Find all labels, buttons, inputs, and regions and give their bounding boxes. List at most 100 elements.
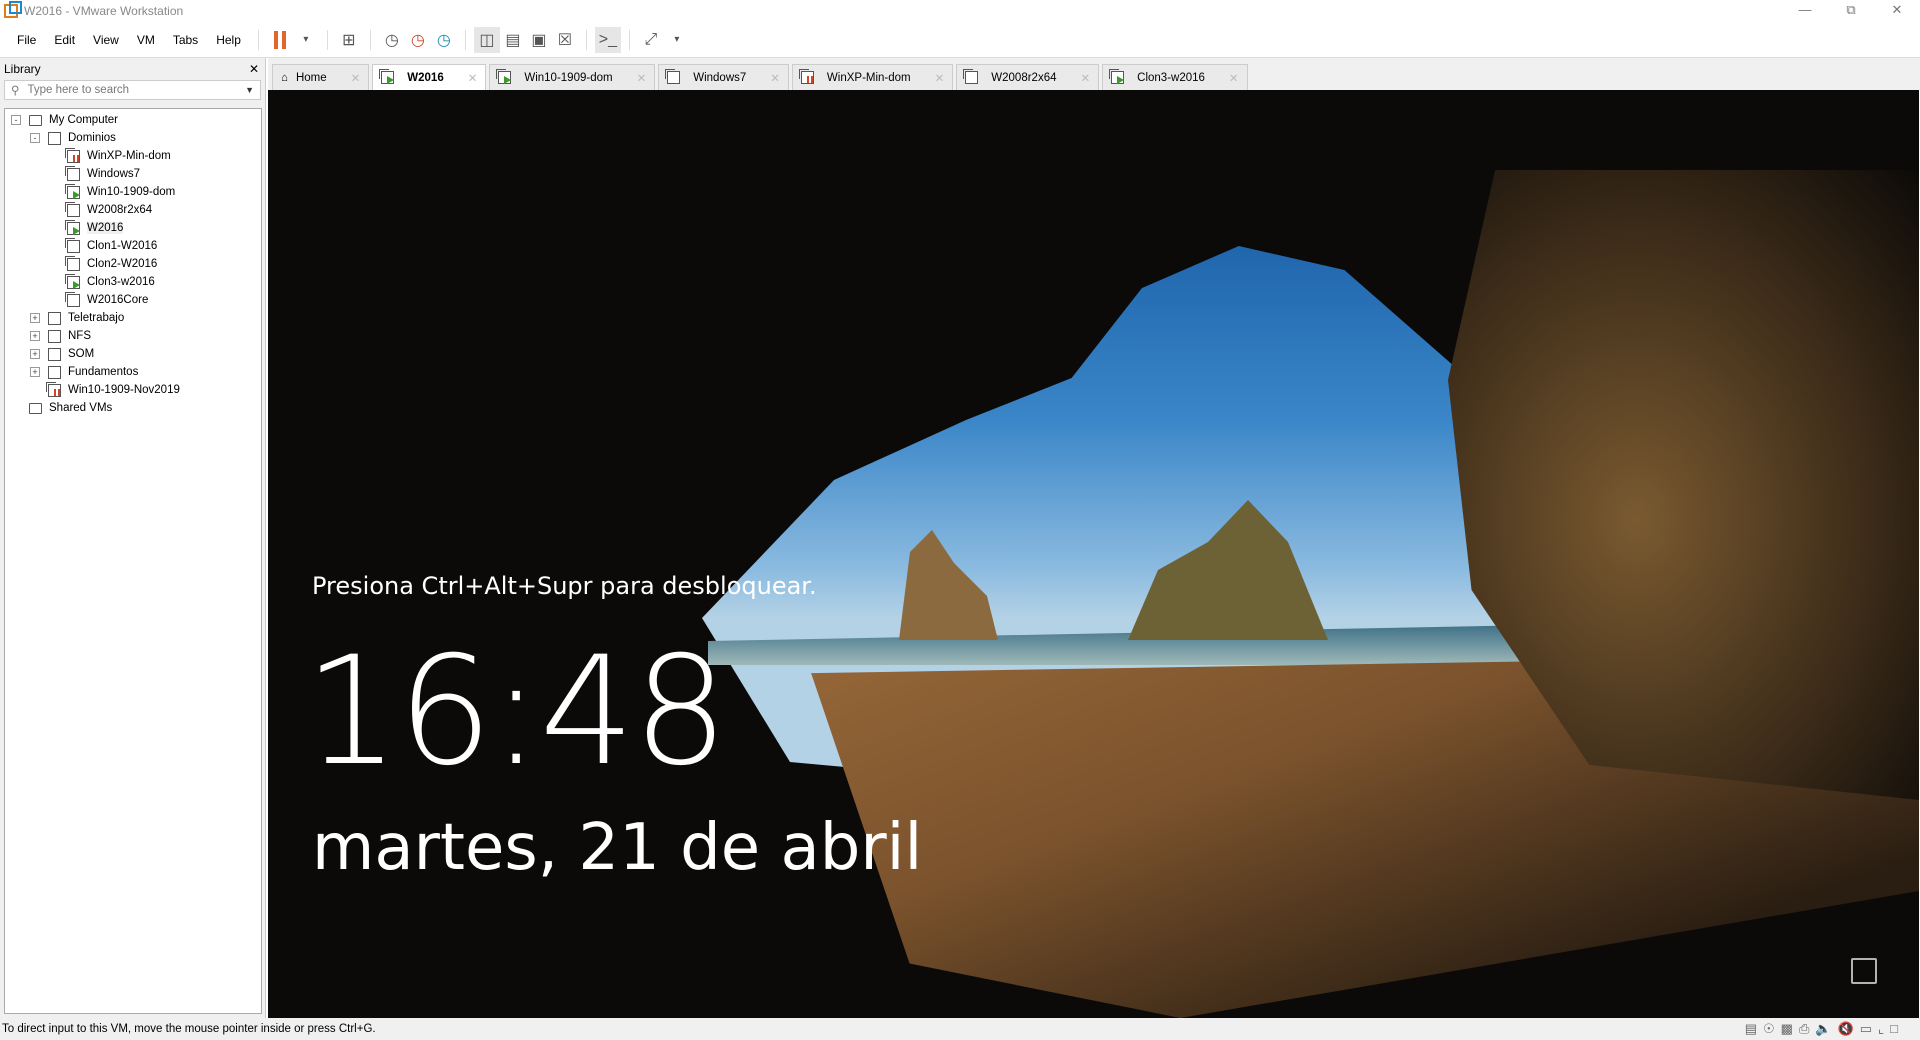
title-bar: W2016 - VMware Workstation — ⧉ ✕: [0, 0, 1920, 22]
menu-vm[interactable]: VM: [128, 33, 164, 47]
menu-edit[interactable]: Edit: [45, 33, 84, 47]
vm-icon: [381, 71, 394, 84]
close-library-icon[interactable]: ✕: [249, 62, 259, 76]
close-tab-icon[interactable]: ✕: [770, 71, 780, 85]
tree-item[interactable]: W2016: [5, 219, 261, 237]
tab-w2016[interactable]: W2016 ✕: [372, 64, 486, 90]
take-snapshot-icon[interactable]: ◷: [379, 27, 405, 53]
tree-item[interactable]: Clon3-w2016: [5, 273, 261, 291]
vm-icon: [67, 294, 80, 307]
restore-button[interactable]: ⧉: [1828, 0, 1874, 22]
tree-item[interactable]: -Dominios: [5, 129, 261, 147]
display-icon[interactable]: ▭: [1860, 1021, 1872, 1037]
tree-item[interactable]: +NFS: [5, 327, 261, 345]
tree-item-label: Clon2-W2016: [87, 258, 157, 270]
collapse-icon[interactable]: -: [30, 133, 40, 143]
show-thumbnail-bar-icon[interactable]: ▤: [500, 27, 526, 53]
usb-icon[interactable]: ⌞: [1878, 1021, 1884, 1037]
tab-label: W2008r2x64: [991, 72, 1056, 84]
lockscreen-time: 16:48: [304, 630, 726, 795]
tree-item[interactable]: +Fundamentos: [5, 363, 261, 381]
stretch-dropdown-icon[interactable]: ▾: [664, 27, 690, 53]
vm-console[interactable]: Presiona Ctrl+Alt+Supr para desbloquear.…: [268, 90, 1919, 1018]
tab-clon3-w2016[interactable]: Clon3-w2016 ✕: [1102, 64, 1247, 90]
cd-dvd-icon[interactable]: ☉: [1763, 1021, 1775, 1037]
expand-icon[interactable]: +: [30, 313, 40, 323]
unity-icon[interactable]: ☒: [552, 27, 578, 53]
tab-win10-1909-dom[interactable]: Win10-1909-dom✕: [489, 64, 655, 90]
tab-windows7[interactable]: Windows7 ✕: [658, 64, 789, 90]
menu-help[interactable]: Help: [207, 33, 250, 47]
printer-icon[interactable]: ⎙: [1799, 1021, 1809, 1037]
menu-file[interactable]: File: [8, 33, 45, 47]
tab-winxp-min-dom[interactable]: WinXP-Min-dom✕: [792, 64, 953, 90]
tree-item[interactable]: Windows7: [5, 165, 261, 183]
message-log-icon[interactable]: □: [1890, 1021, 1898, 1037]
chevron-down-icon[interactable]: ▼: [245, 85, 254, 95]
expand-icon[interactable]: +: [30, 367, 40, 377]
computer-icon: [29, 115, 42, 126]
power-dropdown-icon[interactable]: ▾: [293, 27, 319, 53]
folder-icon: [48, 330, 61, 343]
tree-item[interactable]: +SOM: [5, 345, 261, 363]
menu-view[interactable]: View: [84, 33, 128, 47]
tree-item[interactable]: WinXP-Min-dom: [5, 147, 261, 165]
close-tab-icon[interactable]: ✕: [637, 71, 647, 85]
tree-item-label: Shared VMs: [49, 402, 112, 414]
tree-item[interactable]: Win10-1909-dom: [5, 183, 261, 201]
close-tab-icon[interactable]: ✕: [351, 71, 361, 85]
network-icon[interactable]: [1851, 958, 1877, 984]
hard-disk-icon[interactable]: ▤: [1745, 1021, 1757, 1037]
vm-icon: [67, 186, 80, 199]
clone-icon: [67, 258, 80, 271]
tree-item-label: Win10-1909-Nov2019: [68, 384, 180, 396]
network-adapter-icon[interactable]: ▩: [1781, 1021, 1793, 1037]
tab-w2008r2x64[interactable]: W2008r2x64 ✕: [956, 64, 1099, 90]
status-bar: To direct input to this VM, move the mou…: [0, 1018, 1920, 1040]
sound-muted-icon[interactable]: 🔇: [1838, 1021, 1854, 1037]
tree-item[interactable]: W2016Core: [5, 291, 261, 309]
shared-icon: [29, 403, 42, 414]
tab-home[interactable]: ⌂Home✕: [272, 64, 369, 90]
tree-item[interactable]: Shared VMs: [5, 399, 261, 417]
snapshot-manager-icon[interactable]: ◷: [431, 27, 457, 53]
lockscreen-date: martes, 21 de abril: [312, 810, 922, 887]
divider: [465, 30, 466, 50]
tree-item[interactable]: +Teletrabajo: [5, 309, 261, 327]
close-tab-icon[interactable]: ✕: [935, 71, 945, 85]
close-tab-icon[interactable]: ✕: [1229, 71, 1239, 85]
collapse-icon[interactable]: -: [11, 115, 21, 125]
tree-item[interactable]: W2008r2x64: [5, 201, 261, 219]
console-view-icon[interactable]: >_: [595, 27, 621, 53]
tree-item[interactable]: Win10-1909-Nov2019: [5, 381, 261, 399]
send-ctrl-alt-del-icon[interactable]: ⊞: [336, 27, 362, 53]
status-text: To direct input to this VM, move the mou…: [2, 1023, 376, 1035]
vm-icon: [801, 71, 814, 84]
close-tab-icon[interactable]: ✕: [1081, 71, 1091, 85]
expand-icon[interactable]: +: [30, 331, 40, 341]
library-panel: Library ✕ ⚲ Type here to search ▼ -My Co…: [0, 58, 266, 1018]
tab-label: W2016: [407, 72, 443, 84]
tree-item-label: WinXP-Min-dom: [87, 150, 171, 162]
library-search-input[interactable]: ⚲ Type here to search ▼: [4, 80, 261, 100]
vm-icon: [67, 222, 80, 235]
tree-item[interactable]: Clon2-W2016: [5, 255, 261, 273]
divider: [258, 30, 259, 50]
close-window-button[interactable]: ✕: [1874, 0, 1920, 22]
minimize-button[interactable]: —: [1782, 0, 1828, 22]
sound-icon[interactable]: 🔈: [1815, 1021, 1831, 1037]
tab-label: Clon3-w2016: [1137, 72, 1205, 84]
tree-item[interactable]: -My Computer: [5, 111, 261, 129]
close-tab-icon[interactable]: ✕: [468, 71, 478, 85]
menu-tabs[interactable]: Tabs: [164, 33, 207, 47]
folder-icon: [48, 366, 61, 379]
pause-button[interactable]: [267, 27, 293, 53]
full-screen-icon[interactable]: ▣: [526, 27, 552, 53]
stretch-guest-icon[interactable]: ⤢: [638, 27, 664, 53]
tab-label: Windows7: [693, 72, 746, 84]
expand-icon[interactable]: +: [30, 349, 40, 359]
tree-item[interactable]: Clon1-W2016: [5, 237, 261, 255]
show-library-icon[interactable]: ◫: [474, 27, 500, 53]
revert-snapshot-icon[interactable]: ◷: [405, 27, 431, 53]
folder-icon: [48, 348, 61, 361]
